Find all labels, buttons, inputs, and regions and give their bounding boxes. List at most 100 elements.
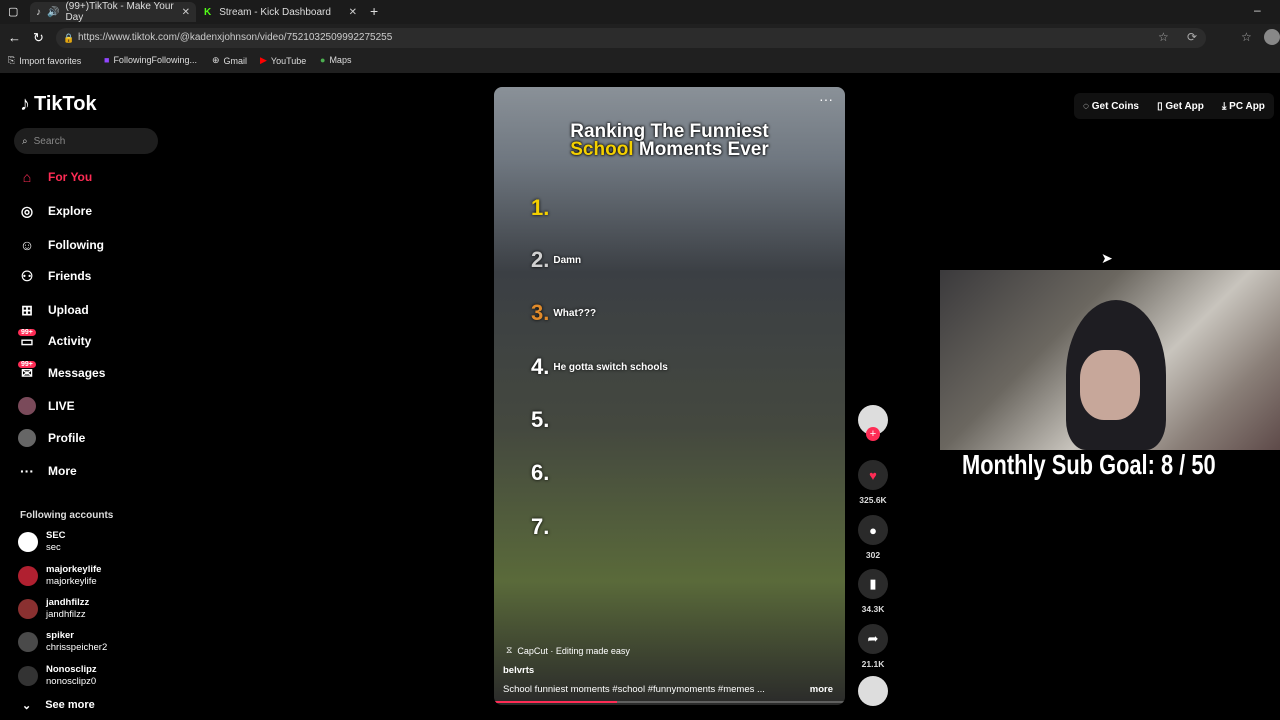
- video-progress-bar[interactable]: [494, 701, 845, 703]
- nav-upload[interactable]: ⊞ Upload: [18, 300, 89, 320]
- like-count: 325.6K: [859, 495, 887, 505]
- webcam-overlay: [940, 270, 1280, 450]
- mouse-cursor-icon: ➤: [1101, 250, 1113, 266]
- account-name: spiker: [46, 630, 74, 641]
- friends-icon: ⚇: [20, 267, 34, 284]
- tab-label: Stream - Kick Dashboard: [219, 6, 331, 18]
- nav-explore[interactable]: ◎ Explore: [18, 201, 92, 221]
- creator-avatar[interactable]: +: [856, 405, 890, 441]
- tiktok-favicon-icon: ♪: [36, 6, 41, 18]
- account-item[interactable]: Nonosclipz nonosclipz0: [18, 661, 168, 691]
- bookmark-following[interactable]: ■ FollowingFollowing...: [104, 55, 197, 65]
- tab-actions-icon[interactable]: ▢: [8, 5, 18, 18]
- nav-more[interactable]: ··· More: [18, 461, 77, 481]
- tab-bar: ▢ ♪ 🔊 (99+)TikTok - Make Your Day ✕ K St…: [0, 0, 1280, 24]
- account-item[interactable]: jandhfilzz jandhfilzz: [18, 594, 168, 624]
- comment-button[interactable]: ● 302: [856, 515, 890, 560]
- tiktok-page: ♪ TikTok ⌕ Search ⌂ For You ◎ Explore ☺ Fol…: [0, 73, 1280, 720]
- coin-icon: ◌: [1083, 100, 1089, 112]
- follow-plus-icon[interactable]: +: [866, 427, 880, 441]
- close-icon[interactable]: ✕: [182, 7, 190, 18]
- refresh-icon[interactable]: ↻: [33, 30, 44, 46]
- rank-item: 3. What???: [531, 300, 596, 326]
- rank-number: 2.: [531, 247, 550, 272]
- button-label: PC App: [1229, 100, 1265, 112]
- more-button[interactable]: more: [810, 684, 833, 695]
- address-bar[interactable]: 🔒 https://www.tiktok.com/@kadenxjohnson/…: [56, 28, 1206, 48]
- bookmark-icon: ▮: [858, 569, 888, 599]
- rank-caption: Damn: [553, 254, 582, 266]
- live-avatar-icon: [18, 397, 36, 415]
- tiktok-logo[interactable]: ♪ TikTok: [20, 93, 97, 116]
- activity-icon: ▭: [20, 332, 34, 349]
- account-name: SEC: [46, 530, 66, 541]
- video-player[interactable]: ··· Ranking The Funniest School Moments …: [494, 87, 845, 705]
- bookmark-label: FollowingFollowing...: [113, 55, 197, 65]
- tab-tiktok[interactable]: ♪ 🔊 (99+)TikTok - Make Your Day ✕: [30, 1, 196, 23]
- account-name: Nonosclipz: [46, 664, 97, 675]
- share-button[interactable]: ➦ 21.1K: [856, 624, 890, 669]
- account-item[interactable]: majorkeylife majorkeylife: [18, 561, 168, 591]
- minimize-button[interactable]: –: [1254, 3, 1261, 17]
- maps-icon: ●: [320, 55, 326, 65]
- account-item[interactable]: spiker chrisspeicher2: [18, 627, 168, 657]
- nav-live[interactable]: LIVE: [18, 396, 75, 416]
- button-label: Get App: [1165, 100, 1204, 112]
- rank-item: 7.: [531, 514, 549, 540]
- see-more-button[interactable]: ⌄ See more: [22, 699, 95, 712]
- close-icon[interactable]: ✕: [349, 7, 357, 18]
- star-icon[interactable]: ☆: [1158, 30, 1169, 44]
- video-description: School funniest moments #school #funnymo…: [503, 684, 833, 695]
- bookmark-label: Maps: [329, 55, 352, 65]
- account-handle: nonosclipz0: [46, 676, 97, 687]
- more-dots-icon: ···: [20, 463, 34, 479]
- nav-profile[interactable]: Profile: [18, 428, 85, 448]
- avatar: [18, 599, 38, 619]
- video-author[interactable]: belvrts: [503, 665, 534, 676]
- bookmark-import-favorites[interactable]: ⎘ Import favorites: [8, 55, 81, 66]
- extensions-icon[interactable]: ⟳: [1187, 30, 1197, 44]
- download-icon: ⤓: [1221, 100, 1227, 112]
- rank-number: 7.: [531, 514, 550, 539]
- like-button[interactable]: ♥ 325.6K: [856, 460, 890, 505]
- nav-for-you[interactable]: ⌂ For You: [18, 167, 92, 187]
- back-icon[interactable]: ←: [8, 30, 21, 45]
- rank-number: 6.: [531, 460, 550, 485]
- speaker-icon[interactable]: 🔊: [47, 7, 59, 18]
- rank-caption: He gotta switch schools: [553, 361, 668, 373]
- rank-number: 1.: [531, 195, 550, 220]
- rank-item: 2. Damn: [531, 247, 581, 273]
- following-icon: ☺: [19, 237, 35, 253]
- bookmark-label: YouTube: [270, 55, 307, 66]
- capcut-tag[interactable]: ⧖ CapCut · Editing made easy: [506, 645, 630, 656]
- rank-number: 3.: [531, 300, 550, 325]
- home-icon: ⌂: [22, 169, 32, 185]
- nav-messages[interactable]: ✉ Messages: [18, 363, 105, 383]
- capcut-label: CapCut · Editing made easy: [517, 645, 630, 656]
- save-button[interactable]: ▮ 34.3K: [856, 569, 890, 614]
- nav-activity[interactable]: ▭ Activity: [18, 331, 91, 351]
- favorites-icon[interactable]: ☆: [1241, 30, 1252, 44]
- new-tab-button[interactable]: +: [370, 3, 378, 19]
- bookmark-youtube[interactable]: ▶ YouTube: [260, 55, 306, 66]
- music-disc[interactable]: [856, 676, 890, 706]
- account-item[interactable]: SEC sec: [18, 527, 168, 557]
- profile-avatar[interactable]: [1264, 29, 1280, 45]
- comment-icon: ●: [858, 515, 888, 545]
- nav-friends[interactable]: ⚇ Friends: [18, 266, 92, 286]
- import-icon: ⎘: [8, 55, 16, 65]
- bookmarks-bar: ⎘ Import favorites ■ FollowingFollowing...…: [0, 52, 1280, 70]
- nav-label: Profile: [48, 431, 86, 445]
- pc-app-button[interactable]: ⤓ PC App: [1222, 101, 1265, 112]
- bookmark-maps[interactable]: ● Maps: [320, 55, 351, 65]
- get-coins-button[interactable]: ◌ Get Coins: [1083, 101, 1139, 112]
- more-options-icon[interactable]: ···: [819, 91, 833, 107]
- account-handle: chrisspeicher2: [46, 642, 108, 653]
- get-app-button[interactable]: ▯ Get App: [1157, 101, 1204, 112]
- webcam-face: [1080, 350, 1140, 420]
- tab-kick[interactable]: K Stream - Kick Dashboard ✕: [198, 2, 363, 22]
- search-input[interactable]: ⌕ Search: [14, 128, 158, 154]
- nav-label: LIVE: [48, 399, 75, 413]
- bookmark-gmail[interactable]: ⊕ Gmail: [212, 55, 247, 66]
- nav-following[interactable]: ☺ Following: [18, 235, 104, 255]
